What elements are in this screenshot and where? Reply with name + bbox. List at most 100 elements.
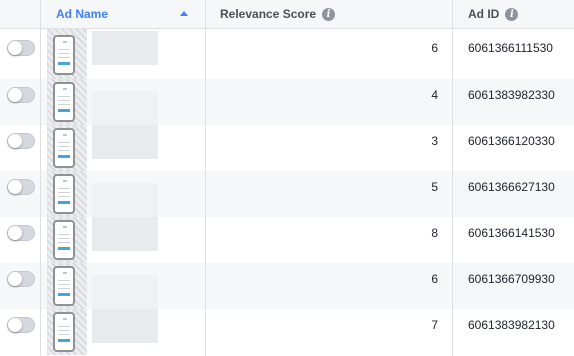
- ad-name-redacted[interactable]: [92, 309, 158, 343]
- phone-text-line: [58, 288, 70, 289]
- relevance-score-value: 3: [431, 134, 438, 148]
- ad-id-value: 6061383982130: [468, 318, 555, 332]
- relevance-score-value: 4: [431, 88, 438, 102]
- phone-cta-bar: [58, 62, 70, 65]
- toggle-knob: [8, 88, 22, 102]
- phone-cta-bar: [58, 109, 70, 112]
- ad-status-toggle[interactable]: [7, 87, 35, 103]
- table-row: 6 6061366111530: [0, 29, 574, 79]
- phone-text-line: [58, 326, 70, 327]
- phone-preview-icon: [53, 82, 75, 122]
- phone-cta-bar: [58, 339, 70, 342]
- phone-text-line: [58, 334, 70, 335]
- relevance-score-value: 6: [431, 272, 438, 286]
- sort-ascending-icon[interactable]: [180, 11, 188, 16]
- info-icon[interactable]: i: [322, 7, 336, 21]
- phone-text-line: [58, 146, 70, 147]
- ad-thumbnail[interactable]: [47, 171, 87, 217]
- phone-text-line: [58, 330, 70, 331]
- ad-id-value: 6061366709930: [468, 272, 555, 286]
- phone-text-line: [58, 142, 70, 143]
- toggle-knob: [8, 41, 22, 55]
- ad-status-toggle[interactable]: [7, 40, 35, 56]
- phone-text-line: [58, 280, 70, 281]
- ad-thumbnail[interactable]: [47, 29, 87, 79]
- table-header: Ad Name Relevance Score i Ad ID i: [0, 0, 574, 29]
- phone-text-line: [58, 96, 70, 97]
- ad-thumbnail[interactable]: [47, 125, 87, 171]
- column-header-ad-name[interactable]: Ad Name: [41, 0, 205, 28]
- phone-speaker: [63, 226, 67, 228]
- phone-text-line: [58, 188, 70, 189]
- phone-text-line: [58, 53, 70, 54]
- phone-text-line: [58, 104, 70, 105]
- ad-status-toggle[interactable]: [7, 225, 35, 241]
- phone-text-line: [58, 192, 70, 193]
- column-divider: [205, 0, 206, 356]
- ad-name-redacted[interactable]: [92, 183, 158, 217]
- ad-id-value: 6061366111530: [468, 41, 553, 55]
- ad-thumbnail[interactable]: [47, 309, 87, 355]
- column-header-relevance-score[interactable]: Relevance Score i: [206, 0, 452, 28]
- toggle-knob: [8, 180, 22, 194]
- table-row: 3 6061366120330: [0, 125, 574, 171]
- phone-preview-icon: [53, 266, 75, 306]
- phone-preview-icon: [53, 174, 75, 214]
- ad-status-toggle[interactable]: [7, 271, 35, 287]
- phone-preview-icon: [53, 312, 75, 352]
- ad-name-redacted[interactable]: [92, 275, 158, 309]
- phone-cta-bar: [58, 155, 70, 158]
- phone-speaker: [63, 180, 67, 182]
- phone-cta-bar: [58, 201, 70, 204]
- phone-cta-bar: [58, 247, 70, 250]
- phone-preview-icon: [53, 35, 75, 75]
- ad-id-value: 6061366141530: [468, 226, 555, 240]
- table-row: 4 6061383982330: [0, 79, 574, 125]
- toggle-knob: [8, 318, 22, 332]
- phone-text-line: [58, 100, 70, 101]
- relevance-score-value: 8: [431, 226, 438, 240]
- toggle-knob: [8, 272, 22, 286]
- column-header-ad-name-label: Ad Name: [56, 7, 109, 21]
- ad-name-redacted[interactable]: [92, 217, 158, 251]
- phone-preview-icon: [53, 128, 75, 168]
- relevance-score-value: 5: [431, 180, 438, 194]
- toggle-knob: [8, 226, 22, 240]
- table-row: 7 6061383982130: [0, 309, 574, 355]
- info-icon[interactable]: i: [505, 7, 519, 21]
- column-header-ad-id[interactable]: Ad ID i: [453, 0, 574, 28]
- phone-text-line: [58, 150, 70, 151]
- phone-text-line: [58, 57, 70, 58]
- phone-cta-bar: [58, 293, 70, 296]
- phone-text-line: [58, 242, 70, 243]
- table-row: 5 6061366627130: [0, 171, 574, 217]
- phone-text-line: [58, 49, 70, 50]
- table-body: 6 6061366111530 4 6061383982330 3 60613661203…: [0, 29, 574, 355]
- phone-speaker: [63, 41, 67, 43]
- ad-status-toggle[interactable]: [7, 179, 35, 195]
- ad-thumbnail[interactable]: [47, 263, 87, 309]
- ad-thumbnail[interactable]: [47, 217, 87, 263]
- toggle-knob: [8, 134, 22, 148]
- phone-text-line: [58, 284, 70, 285]
- phone-speaker: [63, 272, 67, 274]
- phone-speaker: [63, 134, 67, 136]
- table-row: 8 6061366141530: [0, 217, 574, 263]
- column-header-ad-id-label: Ad ID: [468, 7, 500, 21]
- ad-thumbnail[interactable]: [47, 79, 87, 125]
- relevance-score-value: 6: [431, 41, 438, 55]
- ad-id-value: 6061366627130: [468, 180, 555, 194]
- ad-name-redacted[interactable]: [92, 125, 158, 159]
- ad-id-value: 6061366120330: [468, 134, 555, 148]
- phone-text-line: [58, 234, 70, 235]
- phone-preview-icon: [53, 220, 75, 260]
- relevance-score-value: 7: [431, 318, 438, 332]
- column-divider: [40, 0, 41, 356]
- table-row: 6 6061366709930: [0, 263, 574, 309]
- column-divider: [452, 0, 453, 356]
- ad-name-redacted[interactable]: [92, 31, 158, 65]
- ad-status-toggle[interactable]: [7, 133, 35, 149]
- ad-status-toggle[interactable]: [7, 317, 35, 333]
- phone-speaker: [63, 88, 67, 90]
- ad-name-redacted[interactable]: [92, 91, 158, 125]
